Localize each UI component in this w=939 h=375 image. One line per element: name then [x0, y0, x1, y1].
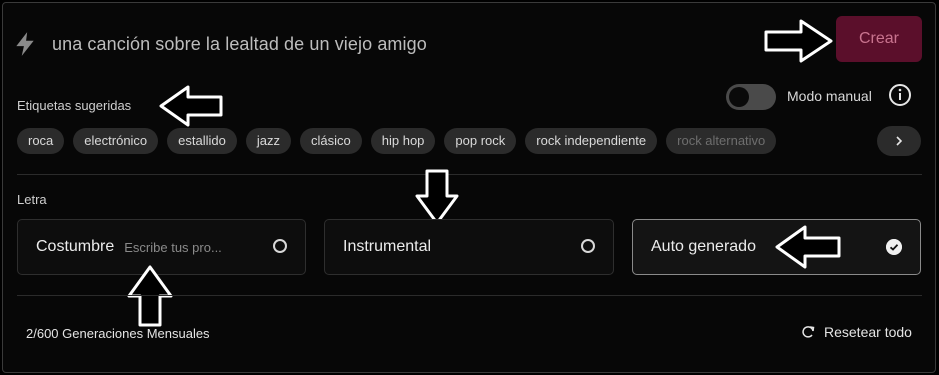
tag-chip[interactable]: hip hop: [370, 128, 436, 154]
annotation-arrow-down: [415, 169, 459, 225]
annotation-arrow-up: [127, 265, 173, 327]
tag-chip[interactable]: pop rock: [444, 128, 517, 154]
check-circle-icon[interactable]: [886, 239, 902, 255]
tag-chip[interactable]: rock alternativo: [666, 128, 777, 154]
tag-chips: roca electrónico estallido jazz clásico …: [17, 128, 777, 154]
option-title: Instrumental: [343, 238, 432, 255]
lightning-bolt-icon: [16, 32, 34, 56]
create-button[interactable]: Crear: [836, 16, 922, 62]
info-icon[interactable]: [888, 83, 912, 107]
annotation-arrow-right: [764, 19, 833, 63]
tag-chip[interactable]: clásico: [300, 128, 362, 154]
tag-chip[interactable]: jazz: [245, 128, 291, 154]
divider: [17, 295, 922, 296]
tags-next-button[interactable]: [877, 126, 921, 156]
manual-mode-label: Modo manual: [787, 88, 872, 104]
monthly-generations-count: 2/600 Generaciones Mensuales: [26, 326, 210, 341]
tag-chip[interactable]: rock independiente: [525, 128, 658, 154]
lyrics-label: Letra: [17, 192, 47, 207]
option-title: Costumbre: [36, 238, 115, 255]
option-title: Auto generado: [651, 238, 756, 255]
toggle-knob: [729, 87, 749, 107]
chevron-right-icon: [896, 136, 903, 146]
tag-chip[interactable]: estallido: [167, 128, 237, 154]
tag-chip[interactable]: electrónico: [73, 128, 159, 154]
lyrics-input[interactable]: Escribe tus pro...: [124, 240, 222, 255]
suggested-tags-label: Etiquetas sugeridas: [17, 98, 132, 113]
lyrics-option-instrumental[interactable]: Instrumental: [324, 219, 614, 275]
annotation-arrow-left: [159, 85, 223, 127]
reset-all-button[interactable]: Resetear todo: [800, 324, 912, 340]
radio-button[interactable]: [273, 239, 287, 253]
refresh-icon: [802, 326, 815, 338]
annotation-arrow-left: [775, 225, 841, 269]
radio-button[interactable]: [581, 239, 595, 253]
reset-label: Resetear todo: [824, 324, 912, 340]
prompt-text[interactable]: una canción sobre la lealtad de un viejo…: [52, 34, 427, 55]
divider: [17, 174, 922, 175]
tag-chip[interactable]: roca: [17, 128, 65, 154]
manual-mode-toggle[interactable]: [726, 84, 776, 110]
